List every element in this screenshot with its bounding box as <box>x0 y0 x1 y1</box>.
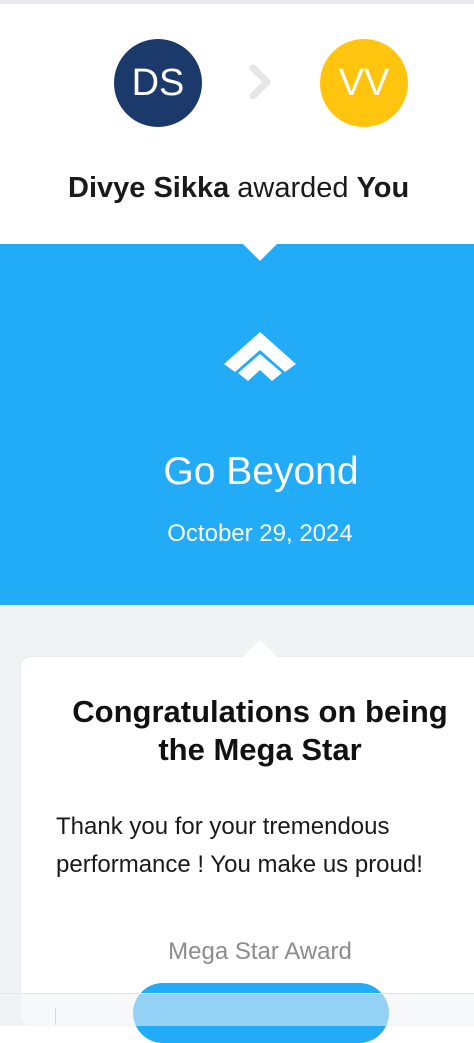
award-verb: awarded <box>237 172 349 204</box>
award-date: October 29, 2024 <box>167 520 353 547</box>
chevron-up-icon <box>224 332 296 381</box>
chevron-right-icon <box>249 64 271 100</box>
banner-notch <box>243 244 277 261</box>
award-banner <box>0 244 474 605</box>
award-header: DS VV Divye Sikka awarded You <box>0 4 474 244</box>
card-notch <box>242 640 278 658</box>
award-name: Go Beyond <box>163 450 359 493</box>
recipient-avatar[interactable]: VV <box>320 39 408 127</box>
sender-avatar[interactable]: DS <box>114 39 202 127</box>
recipient-initials: VV <box>338 61 390 104</box>
bottom-divider <box>55 1008 56 1025</box>
card-award-label: Mega Star Award <box>168 938 352 965</box>
sender-initials: DS <box>131 61 185 104</box>
bottom-bar <box>0 993 474 1026</box>
recipient-name[interactable]: You <box>357 172 410 204</box>
card-message: Thank you for your tremendous performanc… <box>56 813 423 878</box>
sender-name[interactable]: Divye Sikka <box>68 172 229 204</box>
card-title: Congratulations on being the Mega Star <box>72 694 448 767</box>
award-line: Divye Sikka awarded You <box>0 172 474 205</box>
